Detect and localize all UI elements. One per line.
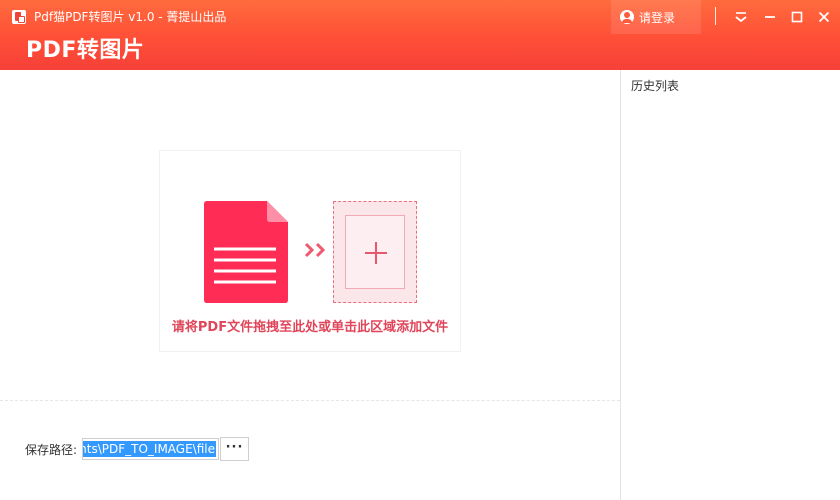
- close-button[interactable]: [813, 7, 835, 27]
- title-bar-divider: [715, 7, 716, 25]
- login-label: 请登录: [639, 11, 676, 25]
- page-title: PDF转图片: [26, 38, 145, 63]
- section-divider: [0, 400, 620, 401]
- app-icon: [12, 10, 26, 24]
- history-list-title: 历史列表: [631, 79, 680, 93]
- plus-icon: [365, 242, 387, 264]
- title-bar[interactable]: Pdf猫PDF转图片 v1.0 - 菁提山出品 请登录: [0, 0, 840, 34]
- chevron-down-icon: [735, 12, 747, 23]
- maximize-button[interactable]: [786, 7, 808, 27]
- save-path-input[interactable]: nts\PDF_TO_IMAGE\file: [82, 438, 219, 460]
- file-drop-zone[interactable]: 请将PDF文件拖拽至此处或单击此区域添加文件: [159, 150, 461, 352]
- add-file-inner: [345, 215, 405, 289]
- minimize-icon: [765, 16, 775, 18]
- minimize-button[interactable]: [759, 7, 781, 27]
- add-file-area[interactable]: [333, 201, 417, 303]
- main-panel: 请将PDF文件拖拽至此处或单击此区域添加文件 保存路径: nts\PDF_TO_…: [0, 70, 620, 500]
- header: Pdf猫PDF转图片 v1.0 - 菁提山出品 请登录 PDF转图片: [0, 0, 840, 70]
- app-window: Pdf猫PDF转图片 v1.0 - 菁提山出品 请登录 PDF转图片 请将PDF…: [0, 0, 840, 500]
- browse-path-button[interactable]: ···: [220, 437, 249, 461]
- maximize-icon: [791, 11, 803, 23]
- window-title: Pdf猫PDF转图片 v1.0 - 菁提山出品: [34, 10, 227, 24]
- double-chevron-right-icon: [304, 242, 326, 258]
- dropdown-button[interactable]: [730, 7, 752, 27]
- history-sidebar: 历史列表: [620, 70, 840, 500]
- save-path-label: 保存路径:: [25, 443, 78, 457]
- close-icon: [818, 11, 830, 23]
- save-path-value: nts\PDF_TO_IMAGE\file: [83, 441, 216, 457]
- drop-hint-text: 请将PDF文件拖拽至此处或单击此区域添加文件: [171, 320, 449, 335]
- user-icon: [620, 10, 634, 24]
- pdf-document-icon: [204, 201, 288, 303]
- login-button[interactable]: 请登录: [611, 0, 701, 34]
